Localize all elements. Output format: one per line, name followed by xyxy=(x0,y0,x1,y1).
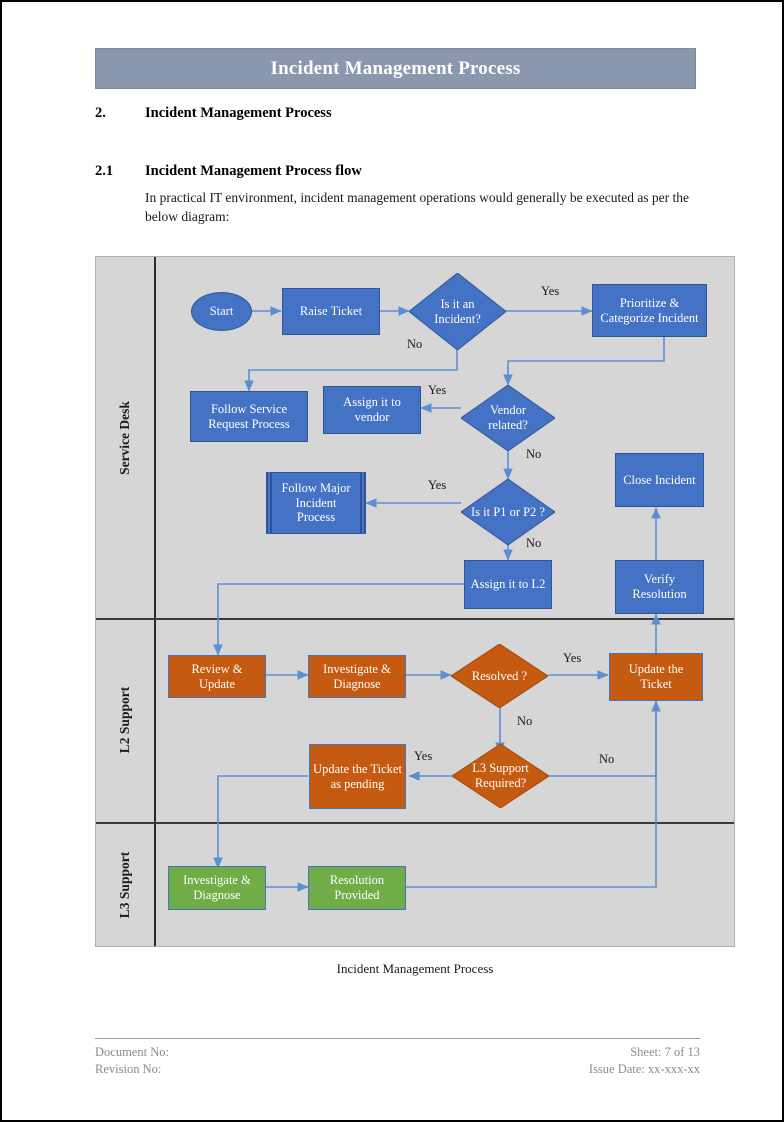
node-assign-l2-label: Assign it to L2 xyxy=(470,577,546,592)
section-2-1-heading: 2.1 Incident Management Process flow xyxy=(95,163,362,180)
node-investigate-and-diagnose-l2[interactable]: Investigate & Diagnose xyxy=(308,655,406,698)
node-resolved-label: Resolved ? xyxy=(471,668,528,683)
edge-label-incident-yes: Yes xyxy=(541,284,560,298)
node-raise-ticket[interactable]: Raise Ticket xyxy=(282,288,380,335)
node-review-update-label: Review & Update xyxy=(191,661,243,691)
node-close-incident[interactable]: Close Incident xyxy=(615,453,704,507)
node-start-label: Start xyxy=(209,304,234,319)
node-investigate-and-diagnose-l3[interactable]: Investigate & Diagnose xyxy=(168,866,266,910)
node-verify-resolution[interactable]: Verify Resolution xyxy=(615,560,704,614)
node-resolution-provided-label: Resolution Provided xyxy=(329,873,385,902)
document-title: Incident Management Process xyxy=(270,57,521,79)
process-flow-diagram: Service Desk L2 Support L3 Support Prior… xyxy=(95,256,735,947)
edge-label-p1p2-yes: Yes xyxy=(428,478,447,492)
node-resolution-provided[interactable]: Resolution Provided xyxy=(308,866,406,910)
node-prioritize-label: Prioritize & Categorize Incident xyxy=(600,295,699,325)
lane-label-separator xyxy=(154,257,156,946)
node-start[interactable]: Start xyxy=(191,292,252,331)
node-update-ticket-as-pending[interactable]: Update the Ticket as pending xyxy=(309,744,406,809)
edge-label-vendor-no: No xyxy=(526,447,542,461)
node-assign-it-to-vendor[interactable]: Assign it to vendor xyxy=(323,386,421,434)
section-2-title: Incident Management Process xyxy=(145,105,332,121)
node-follow-service-request-label: Follow Service Request Process xyxy=(208,401,290,431)
edge-label-resolved-yes: Yes xyxy=(563,651,582,665)
document-title-banner: Incident Management Process xyxy=(95,48,696,89)
page-footer: Document No: Revision No: Sheet: 7 of 13… xyxy=(95,1044,700,1078)
node-verify-resolution-label: Verify Resolution xyxy=(632,572,687,601)
edge-label-l3-yes: Yes xyxy=(414,749,433,763)
node-follow-service-request-process[interactable]: Follow Service Request Process xyxy=(190,391,308,442)
footer-revision-no: Revision No: xyxy=(95,1061,162,1076)
lane-label-l2-support: L2 Support xyxy=(117,686,132,754)
node-update-pending-label: Update the Ticket as pending xyxy=(313,761,402,791)
node-close-incident-label: Close Incident xyxy=(623,472,696,487)
node-prioritize-categorize-incident[interactable]: Prioritize & Categorize Incident xyxy=(592,284,707,337)
edge-label-p1p2-no: No xyxy=(526,536,542,550)
node-investigate-l2-label: Investigate & Diagnose xyxy=(323,661,391,691)
section-2-1-number: 2.1 xyxy=(95,163,114,179)
node-review-and-update[interactable]: Review & Update xyxy=(168,655,266,698)
figure-caption: Incident Management Process xyxy=(336,961,494,976)
node-raise-ticket-label: Raise Ticket xyxy=(299,304,363,319)
lane-label-l3-support: L3 Support xyxy=(117,851,132,919)
node-l3-support-required[interactable]: L3 Support Required? xyxy=(452,744,549,808)
section-2-number: 2. xyxy=(95,105,106,121)
lane-divider-l2-l3 xyxy=(96,822,734,824)
edge-label-vendor-yes: Yes xyxy=(428,383,447,397)
lane-divider-servicedesk-l2 xyxy=(96,618,734,620)
node-follow-major-incident-process[interactable]: Follow Major Incident Process xyxy=(266,472,366,534)
section-2-heading: 2. Incident Management Process xyxy=(95,105,332,122)
node-vendor-related-label: Vendor related? xyxy=(488,403,528,432)
node-is-it-p1-or-p2-label: Is it P1 or P2 ? xyxy=(471,504,545,519)
footer-right: Sheet: 7 of 13 Issue Date: xx-xxx-xx xyxy=(589,1044,700,1078)
node-is-it-an-incident-label: Is it an Incident? xyxy=(434,296,481,326)
node-l3-required-label: L3 Support Required? xyxy=(472,761,529,790)
footer-issue-date: Issue Date: xx-xxx-xx xyxy=(588,1061,700,1076)
node-resolved[interactable]: Resolved ? xyxy=(451,644,548,708)
edge-label-resolved-no: No xyxy=(517,714,533,728)
footer-sheet: Sheet: 7 of 13 xyxy=(630,1045,700,1059)
node-follow-major-label: Follow Major Incident Process xyxy=(281,480,351,525)
node-assign-vendor-label: Assign it to vendor xyxy=(343,395,401,424)
node-investigate-l3-label: Investigate & Diagnose xyxy=(183,873,251,902)
document-page: Incident Management Process 2. Incident … xyxy=(0,0,784,1122)
node-assign-it-to-l2[interactable]: Assign it to L2 xyxy=(464,560,552,609)
intro-paragraph: In practical IT environment, incident ma… xyxy=(145,190,690,224)
node-update-the-ticket[interactable]: Update the Ticket xyxy=(609,653,703,701)
footer-document-no: Document No: xyxy=(95,1045,169,1059)
footer-left: Document No: Revision No: xyxy=(95,1044,169,1078)
edge-label-incident-no: No xyxy=(407,337,423,351)
node-update-ticket-label: Update the Ticket xyxy=(628,662,684,691)
section-2-1-title: Incident Management Process flow xyxy=(145,163,362,179)
edge-label-l3-no: No xyxy=(599,752,615,766)
footer-divider xyxy=(95,1038,700,1039)
node-is-it-an-incident[interactable]: Is it an Incident? xyxy=(409,273,506,350)
node-vendor-related[interactable]: Vendor related? xyxy=(461,385,555,451)
lane-label-service-desk: Service Desk xyxy=(117,400,133,475)
